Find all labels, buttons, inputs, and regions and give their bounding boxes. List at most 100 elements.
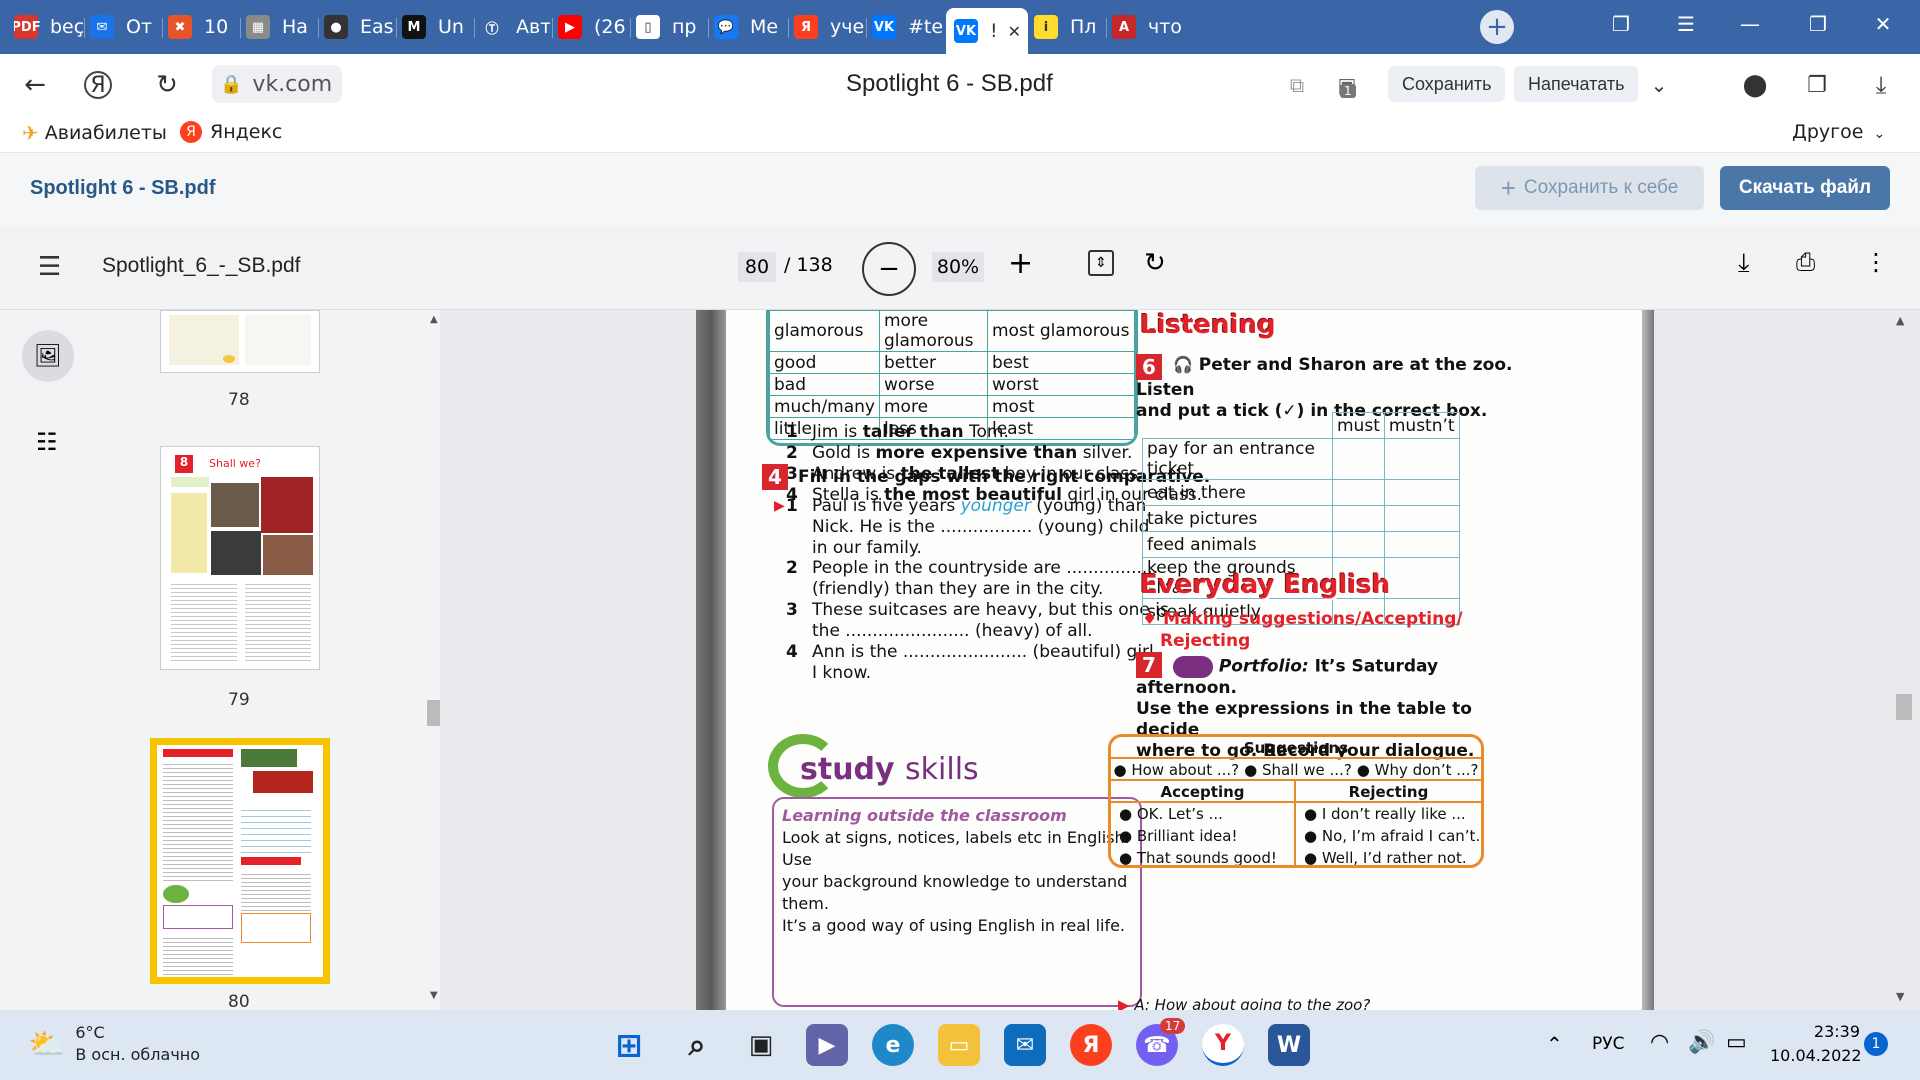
browser-tab[interactable]: Яуче [794, 8, 864, 46]
extension-puzzle-icon[interactable]: ⧉ [1280, 68, 1314, 102]
tab-collections-icon[interactable]: ❐ [1606, 12, 1636, 36]
extension-badge: 1 [1340, 84, 1356, 98]
save-to-self-button[interactable]: + Сохранить к себе [1475, 166, 1704, 210]
zoom-out-button[interactable]: − [862, 242, 916, 296]
bookmark-aviatickets[interactable]: ✈ Авиабилеты [22, 121, 167, 145]
item-text: (young) than [1030, 496, 1147, 516]
restore-button[interactable]: ❐ [1803, 12, 1833, 36]
must-checkbox[interactable] [1332, 479, 1385, 506]
thumbnail-view-button[interactable]: 🖼 [22, 330, 74, 382]
alice-icon[interactable]: ⬤ [1738, 68, 1772, 102]
notification-badge[interactable]: 1 [1864, 1032, 1888, 1056]
fit-page-icon[interactable]: ⇕ [1088, 250, 1114, 276]
browser-tab[interactable]: PDF beç [14, 8, 84, 46]
yandex-app-icon[interactable]: Я [1070, 1024, 1112, 1066]
document-title: Spotlight 6 - SB.pdf [30, 177, 216, 199]
print-button[interactable]: Напечатать [1514, 66, 1639, 102]
reload-button[interactable]: ↻ [150, 68, 184, 102]
zoom-level-input[interactable]: 80% [932, 252, 984, 282]
browser-tab[interactable]: ✖ 10 [168, 8, 238, 46]
must-checkbox[interactable] [1332, 505, 1385, 532]
collections-icon[interactable]: ❐ [1800, 68, 1834, 102]
tab-label: Пл [1070, 16, 1097, 38]
browser-tab[interactable]: 💬 Me [714, 8, 784, 46]
downloads-icon[interactable]: ⤓ [1864, 68, 1898, 102]
page-thumbnail-selected[interactable] [150, 738, 330, 984]
sidebar-menu-icon[interactable]: ☰ [38, 252, 61, 282]
url-field[interactable]: 🔒 vk.com [212, 65, 343, 103]
zoom-in-button[interactable]: + [1008, 246, 1033, 281]
show-hidden-icons[interactable]: ⌃ [1546, 1032, 1563, 1056]
page-thumbnail[interactable]: 8 Shall we? [160, 446, 320, 670]
outline-view-icon[interactable]: ☷ [36, 428, 58, 456]
browser-tab[interactable]: ✉ От [90, 8, 160, 46]
viber-badge: 17 [1160, 1018, 1186, 1034]
browser-tab[interactable]: ▦ На [246, 8, 316, 46]
headphones-icon: 🎧 [1173, 355, 1194, 374]
start-button[interactable]: ⊞ [608, 1024, 650, 1066]
item-text: These suitcases are heavy, but this one … [812, 600, 1169, 620]
rotate-icon[interactable]: ↻ [1144, 248, 1166, 278]
file-explorer-icon[interactable]: ▭ [938, 1024, 980, 1066]
skills-word: skills [905, 752, 979, 787]
teams-chat-icon[interactable]: ▶ [806, 1024, 848, 1066]
new-tab-button[interactable]: + [1480, 10, 1514, 44]
comparison-row: good better best [769, 351, 1135, 374]
browser-tab[interactable]: VK #te [872, 8, 942, 46]
print-icon[interactable]: ⎙ [1796, 248, 1815, 276]
browser-tab[interactable]: Aчто [1112, 8, 1182, 46]
browser-tab[interactable]: ▯ пр [636, 8, 706, 46]
more-options-icon[interactable]: ⋮ [1864, 248, 1888, 276]
tab-close-icon[interactable]: ✕ [1008, 22, 1021, 41]
mail-icon[interactable]: ✉ [1004, 1024, 1046, 1066]
viewer-scroll-down[interactable]: ▼ [1896, 990, 1904, 1003]
task-view-icon[interactable]: ▣ [740, 1024, 782, 1066]
example-bold: more expensive than [875, 443, 1078, 463]
chevron-down-icon: ⌄ [1873, 126, 1886, 142]
sidebar-scroll-down[interactable]: ▼ [430, 990, 438, 1001]
viewer-scroll-thumb[interactable] [1896, 694, 1912, 720]
browser-tab[interactable]: Ⓣ Авт [480, 8, 550, 46]
page-number-input[interactable]: 80 [738, 252, 776, 282]
viewer-scroll-up[interactable]: ▲ [1896, 314, 1904, 327]
browser-tab[interactable]: VK! ✕ [946, 8, 1028, 54]
yandex-button[interactable]: Я [84, 71, 112, 99]
sidebar-scroll-up[interactable]: ▲ [430, 314, 438, 325]
minimize-button[interactable]: — [1735, 12, 1765, 36]
must-checkbox[interactable] [1332, 438, 1385, 480]
battery-icon[interactable]: ▭ [1726, 1030, 1747, 1055]
yandex-browser-icon[interactable]: Y [1202, 1024, 1244, 1066]
mustnt-checkbox[interactable] [1383, 479, 1460, 506]
language-indicator[interactable]: РУС [1592, 1034, 1624, 1054]
menu-icon[interactable]: ☰ [1671, 12, 1701, 36]
mustnt-checkbox[interactable] [1383, 557, 1460, 599]
tab-label: Un [438, 16, 464, 38]
back-button[interactable]: ← [18, 68, 52, 102]
comparison-cell: more [879, 395, 988, 418]
word-icon[interactable]: W [1268, 1024, 1310, 1066]
mustnt-checkbox[interactable] [1383, 505, 1460, 532]
must-checkbox[interactable] [1332, 531, 1385, 558]
edge-icon[interactable]: e [872, 1024, 914, 1066]
bookmark-yandex[interactable]: Я Яндекс [180, 121, 282, 143]
volume-icon[interactable]: 🔊 [1688, 1030, 1715, 1055]
download-icon[interactable]: ⤓ [1738, 248, 1750, 279]
mustnt-checkbox[interactable] [1383, 438, 1460, 480]
tab-favicon-icon: ▦ [246, 15, 270, 39]
clock[interactable]: 23:39 10.04.2022 [1770, 1020, 1862, 1068]
download-file-button[interactable]: Скачать файл [1720, 166, 1890, 210]
browser-tab[interactable]: ▶ (26 [558, 8, 628, 46]
page-thumbnail[interactable] [160, 310, 320, 373]
clock-date: 10.04.2022 [1770, 1046, 1862, 1065]
save-page-button[interactable]: Сохранить [1388, 66, 1506, 102]
browser-tab[interactable]: ● Eas [324, 8, 394, 46]
chevron-down-icon[interactable]: ⌄ [1642, 68, 1676, 102]
close-window-button[interactable]: ✕ [1868, 12, 1898, 36]
browser-tab[interactable]: M Un [402, 8, 472, 46]
search-icon[interactable]: ⌕ [676, 1024, 718, 1066]
mustnt-checkbox[interactable] [1383, 531, 1460, 558]
weather-widget[interactable]: ⛅ 6°C В осн. облачно [28, 1022, 200, 1066]
other-bookmarks[interactable]: Другое ⌄ [1792, 121, 1885, 143]
wifi-icon[interactable]: ◠ [1650, 1030, 1669, 1055]
browser-tab[interactable]: i Пл [1034, 8, 1104, 46]
